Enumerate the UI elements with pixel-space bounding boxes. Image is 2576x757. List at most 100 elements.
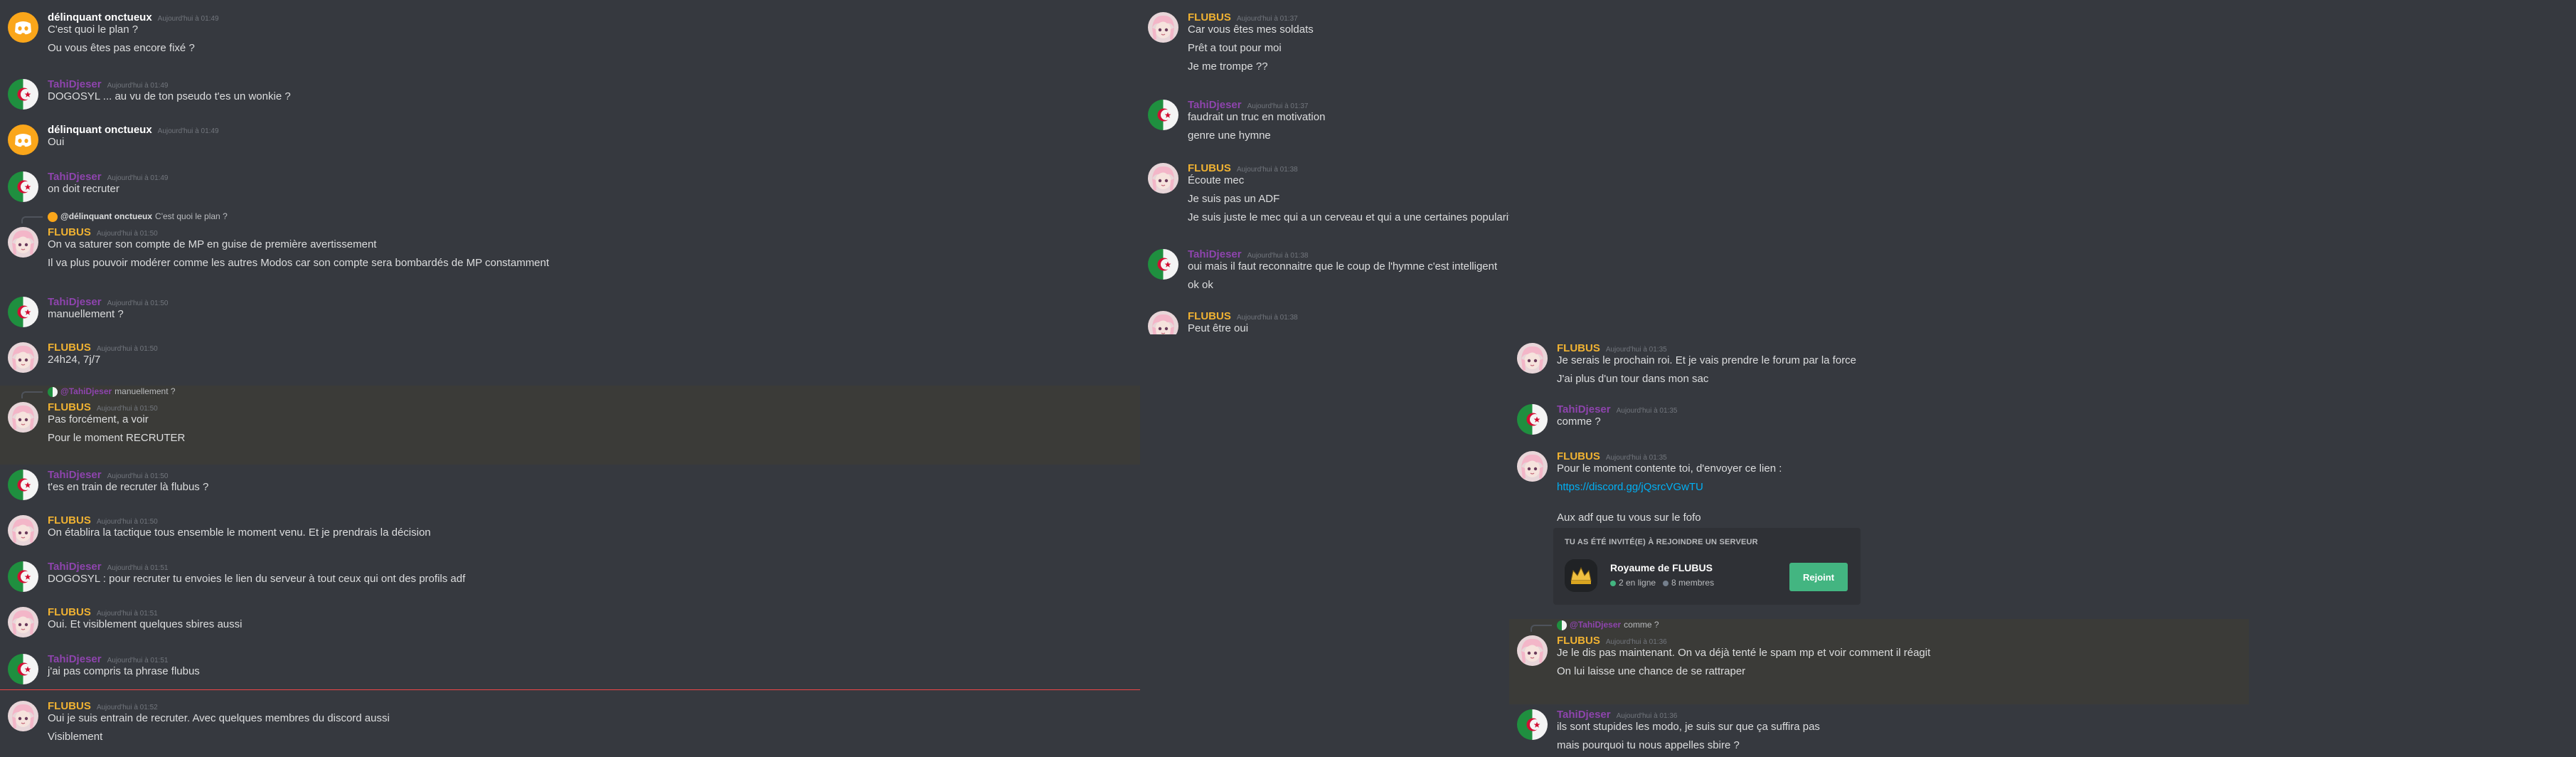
author-name[interactable]: TahiDjeser <box>48 78 102 90</box>
tahidjeser-avatar[interactable] <box>1148 249 1178 280</box>
message-header: FLUBUS Aujourd'hui à 01:50 <box>48 514 158 527</box>
timestamp: Aujourd'hui à 01:49 <box>157 15 219 23</box>
tahidjeser-avatar[interactable] <box>8 470 38 500</box>
timestamp: Aujourd'hui à 01:51 <box>107 564 169 572</box>
message-text: Prêt a tout pour moi <box>1188 42 1282 54</box>
message-text: Pas forcément, a voir <box>48 413 149 425</box>
reply-reference[interactable]: @délinquant onctueux C'est quoi le plan ? <box>48 211 228 222</box>
author-name[interactable]: TahiDjeser <box>1188 99 1242 111</box>
message-text: Oui <box>48 136 65 148</box>
message-header: FLUBUS Aujourd'hui à 01:38 <box>1188 310 1298 323</box>
reply-reference[interactable]: @TahiDjeser comme ? <box>1557 620 1659 630</box>
author-name[interactable]: TahiDjeser <box>48 653 102 665</box>
tahidjeser-avatar[interactable] <box>1517 404 1548 435</box>
author-name[interactable]: FLUBUS <box>48 700 91 712</box>
message-text: manuellement ? <box>48 308 124 320</box>
flubus-avatar[interactable] <box>8 402 38 433</box>
message-header: TahiDjeser Aujourd'hui à 01:38 <box>1188 248 1308 261</box>
author-name[interactable]: TahiDjeser <box>48 171 102 183</box>
discord-default-avatar[interactable] <box>8 125 38 155</box>
timestamp: Aujourd'hui à 01:49 <box>107 174 169 182</box>
message-text: Je suis pas un ADF <box>1188 193 1280 205</box>
author-name[interactable]: FLUBUS <box>48 606 91 618</box>
timestamp: Aujourd'hui à 01:35 <box>1605 346 1667 354</box>
chat-panel-left: délinquant onctueux Aujourd'hui à 01:49 C'… <box>0 0 1140 757</box>
tahidjeser-avatar[interactable] <box>1148 100 1178 130</box>
author-name[interactable]: FLUBUS <box>1557 450 1600 462</box>
flubus-avatar[interactable] <box>1148 311 1178 334</box>
flubus-avatar[interactable] <box>1517 635 1548 666</box>
message-text: On va saturer son compte de MP en guise … <box>48 238 377 250</box>
tahidjeser-avatar[interactable] <box>8 654 38 684</box>
tahidjeser-avatar[interactable] <box>8 561 38 592</box>
reply-author-avatar <box>1557 620 1567 630</box>
reply-text: manuellement ? <box>115 386 176 396</box>
flubus-avatar[interactable] <box>8 607 38 637</box>
message-text: Je suis juste le mec qui a un cerveau et… <box>1188 211 1509 223</box>
chat-panel-right: FLUBUS Aujourd'hui à 01:35 Je serais le pr… <box>1509 334 2249 757</box>
flubus-avatar[interactable] <box>1517 343 1548 374</box>
author-name[interactable]: FLUBUS <box>48 514 91 526</box>
author-name[interactable]: FLUBUS <box>48 226 91 238</box>
author-name[interactable]: FLUBUS <box>48 401 91 413</box>
message-header: TahiDjeser Aujourd'hui à 01:51 <box>48 561 168 573</box>
chat-message: délinquant onctueux Aujourd'hui à 01:49 C'… <box>0 7 1140 74</box>
tahidjeser-avatar[interactable] <box>1517 709 1548 740</box>
flubus-avatar[interactable] <box>1517 451 1548 482</box>
tahidjeser-avatar[interactable] <box>8 297 38 327</box>
author-name[interactable]: TahiDjeser <box>48 469 102 481</box>
author-name[interactable]: FLUBUS <box>48 342 91 354</box>
author-name[interactable]: TahiDjeser <box>1557 403 1611 415</box>
message-header: FLUBUS Aujourd'hui à 01:38 <box>1188 162 1298 175</box>
author-name[interactable]: TahiDjeser <box>48 296 102 308</box>
author-name[interactable]: délinquant onctueux <box>48 11 152 23</box>
author-name[interactable]: FLUBUS <box>1188 162 1231 174</box>
timestamp: Aujourd'hui à 01:50 <box>96 405 158 413</box>
chat-message: @TahiDjeser comme ? FLUBUS Aujourd'hui à 01… <box>1509 619 2249 704</box>
timestamp: Aujourd'hui à 01:38 <box>1236 314 1298 322</box>
message-text: Pour le moment RECRUTER <box>48 432 186 444</box>
message-text: Écoute mec <box>1188 174 1245 186</box>
author-name[interactable]: FLUBUS <box>1557 635 1600 647</box>
chat-message: TahiDjeser Aujourd'hui à 01:36 ils sont st… <box>1509 704 2249 757</box>
reply-connector <box>1531 625 1552 632</box>
message-text: genre une hymne <box>1188 129 1271 142</box>
invite-link[interactable]: https://discord.gg/jQsrcVGwTU <box>1557 481 1703 493</box>
flubus-avatar[interactable] <box>1148 163 1178 194</box>
timestamp: Aujourd'hui à 01:50 <box>96 345 158 353</box>
tahidjeser-avatar[interactable] <box>8 79 38 110</box>
timestamp: Aujourd'hui à 01:36 <box>1616 712 1678 720</box>
members-dot-icon <box>1663 580 1669 586</box>
chat-message: délinquant onctueux Aujourd'hui à 01:49 Ou… <box>0 120 1140 166</box>
flubus-avatar[interactable] <box>8 515 38 546</box>
message-text: comme ? <box>1557 415 1601 428</box>
flubus-avatar[interactable] <box>8 701 38 731</box>
chat-message: @TahiDjeser manuellement ? FLUBUS Aujourd'h… <box>0 386 1140 465</box>
author-name[interactable]: FLUBUS <box>1188 310 1231 322</box>
author-name[interactable]: FLUBUS <box>1188 11 1231 23</box>
message-text: Peut être oui <box>1188 322 1249 334</box>
message-text: Oui je suis entrain de recruter. Avec qu… <box>48 712 390 724</box>
flubus-avatar[interactable] <box>8 227 38 258</box>
join-server-button[interactable]: Rejoint <box>1789 563 1848 591</box>
author-name[interactable]: FLUBUS <box>1557 342 1600 354</box>
flubus-avatar[interactable] <box>8 342 38 373</box>
message-header: FLUBUS Aujourd'hui à 01:50 <box>48 226 158 239</box>
chat-message: @délinquant onctueux C'est quoi le plan ?… <box>0 211 1140 292</box>
message-text: DOGOSYL : pour recruter tu envoies le li… <box>48 573 466 585</box>
flubus-avatar[interactable] <box>1148 12 1178 43</box>
server-invite-card: TU AS ÉTÉ INVITÉ(E) À REJOINDRE UN SERVE… <box>1553 528 1861 605</box>
reply-author: @TahiDjeser <box>60 386 112 396</box>
reply-reference[interactable]: @TahiDjeser manuellement ? <box>48 386 176 397</box>
author-name[interactable]: TahiDjeser <box>1557 709 1611 721</box>
author-name[interactable]: TahiDjeser <box>48 561 102 573</box>
chat-message: FLUBUS Aujourd'hui à 01:50 24h24, 7j/7 <box>0 337 1140 386</box>
message-header: FLUBUS Aujourd'hui à 01:35 <box>1557 342 1667 355</box>
timestamp: Aujourd'hui à 01:37 <box>1236 15 1298 23</box>
author-name[interactable]: délinquant onctueux <box>48 124 152 136</box>
tahidjeser-avatar[interactable] <box>8 171 38 202</box>
reply-author-avatar <box>48 386 58 397</box>
discord-default-avatar[interactable] <box>8 12 38 43</box>
timestamp: Aujourd'hui à 01:50 <box>96 230 158 238</box>
author-name[interactable]: TahiDjeser <box>1188 248 1242 260</box>
